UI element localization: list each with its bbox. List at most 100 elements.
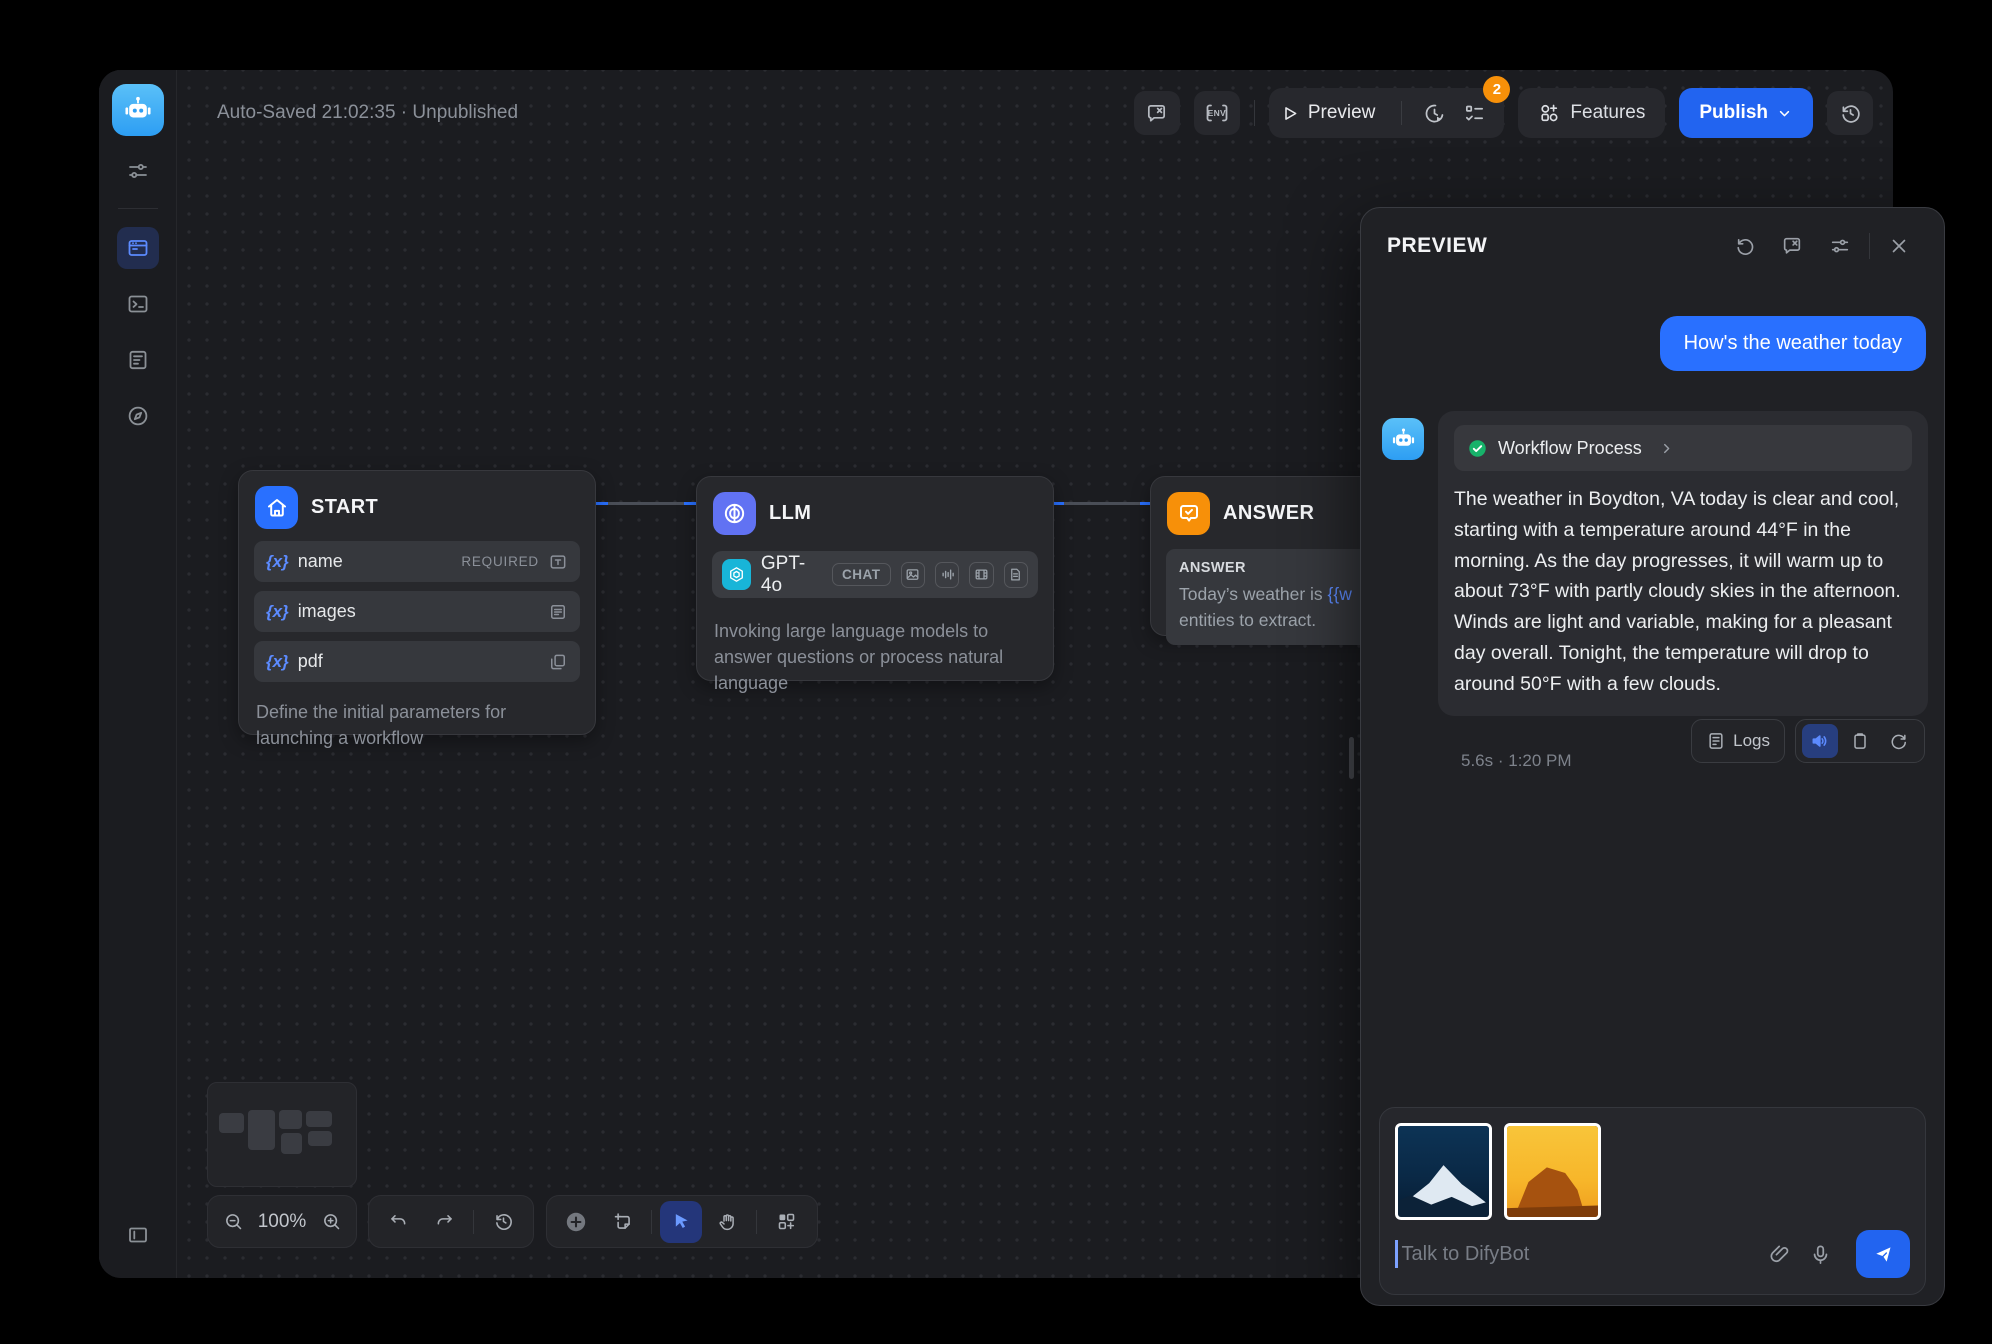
preview-settings-button[interactable] <box>1821 227 1859 265</box>
change-history-button[interactable] <box>482 1201 524 1243</box>
robot-icon <box>122 94 154 126</box>
variable-icon: {x} <box>266 552 289 572</box>
toolbar-divider <box>651 1210 652 1234</box>
message-meta: 5.6s · 1:20 PM <box>1461 751 1572 771</box>
organize-nodes-button[interactable] <box>765 1201 807 1243</box>
zoom-in-button[interactable] <box>314 1201 348 1243</box>
home-icon <box>255 486 298 529</box>
terminal-icon <box>126 292 150 316</box>
topbar: Auto-Saved 21:02:35 · Unpublished ENV <box>177 70 1893 156</box>
chat-input[interactable]: Talk to DifyBot <box>1395 1226 1910 1282</box>
send-icon <box>1872 1243 1895 1266</box>
logs-button[interactable]: Logs <box>1691 719 1785 763</box>
audio-capability-icon <box>935 562 959 588</box>
zoom-level[interactable]: 100% <box>254 1211 310 1233</box>
canvas-scrollbar[interactable] <box>1349 737 1354 779</box>
bot-message-card: Workflow Process The weather in Boydton,… <box>1438 411 1928 716</box>
start-field-pdf[interactable]: {x} pdf <box>254 641 580 682</box>
text-input-icon <box>548 552 568 572</box>
sidebar-item-logs[interactable] <box>117 339 159 381</box>
app-logo[interactable] <box>112 84 164 136</box>
zoom-out-button[interactable] <box>216 1201 250 1243</box>
restart-conversation-button[interactable] <box>1725 227 1763 265</box>
document-capability-icon <box>1004 562 1028 588</box>
user-message-bubble: How's the weather today <box>1660 316 1926 371</box>
minimap[interactable] <box>207 1082 357 1187</box>
tune-icon <box>126 159 150 183</box>
sidebar-item-monitoring[interactable] <box>117 395 159 437</box>
paragraph-icon <box>548 602 568 622</box>
sidebar-item-terminal[interactable] <box>117 283 159 325</box>
env-button[interactable]: ENV <box>1194 91 1240 135</box>
start-field-name[interactable]: {x} name REQUIRED <box>254 541 580 582</box>
history-icon <box>1839 102 1862 125</box>
mode-pill: CHAT <box>832 563 891 586</box>
vision-capability-icon <box>901 562 925 588</box>
annotation-button[interactable] <box>1134 91 1180 135</box>
autosave-status: Auto-Saved 21:02:35 · Unpublished <box>217 102 518 124</box>
regenerate-icon <box>1890 731 1910 751</box>
version-history-button[interactable] <box>1827 91 1873 135</box>
conversation-annotation-button[interactable] <box>1773 227 1811 265</box>
mic-button[interactable] <box>1809 1243 1832 1266</box>
chat-input-container: Talk to DifyBot <box>1379 1107 1926 1295</box>
video-capability-icon <box>969 562 993 588</box>
run-history-button[interactable] <box>1414 93 1454 133</box>
close-preview-button[interactable] <box>1880 227 1918 265</box>
add-note-button[interactable] <box>601 1201 643 1243</box>
bot-avatar <box>1382 418 1424 460</box>
model-name: GPT-4o <box>761 553 822 597</box>
add-node-button[interactable] <box>555 1201 597 1243</box>
undo-button[interactable] <box>377 1201 419 1243</box>
start-field-images[interactable]: {x} images <box>254 591 580 632</box>
env-icon: ENV <box>1204 101 1230 125</box>
speaker-button[interactable] <box>1802 724 1838 758</box>
group-divider <box>1401 101 1402 125</box>
model-selector[interactable]: GPT-4o CHAT <box>712 551 1038 598</box>
variable-icon: {x} <box>266 602 289 622</box>
node-title: ANSWER <box>1223 502 1314 525</box>
speaker-icon <box>1810 731 1830 751</box>
header-divider <box>1869 233 1870 259</box>
attached-image-fuji[interactable] <box>1395 1123 1492 1220</box>
logs-icon <box>1706 731 1726 751</box>
copy-button[interactable] <box>1842 724 1878 758</box>
publish-button[interactable]: Publish <box>1679 88 1813 138</box>
preview-title: PREVIEW <box>1387 234 1487 258</box>
openai-icon <box>722 559 751 590</box>
sidebar <box>99 70 177 1278</box>
chevron-down-icon <box>1776 105 1793 122</box>
node-description: Invoking large language models to answer… <box>697 610 1053 713</box>
checklist-icon <box>1463 102 1486 125</box>
pointer-mode-button[interactable] <box>660 1201 702 1243</box>
edge-start-llm <box>596 502 696 505</box>
collapse-sidebar-button[interactable] <box>117 1214 159 1256</box>
preview-button[interactable]: Preview <box>1279 102 1390 124</box>
regenerate-button[interactable] <box>1882 724 1918 758</box>
node-title: START <box>311 496 378 519</box>
chevron-right-icon <box>1658 440 1675 457</box>
attach-file-button[interactable] <box>1768 1243 1791 1266</box>
workflow-process-row[interactable]: Workflow Process <box>1454 425 1912 471</box>
preview-header: PREVIEW <box>1361 208 1944 284</box>
node-llm[interactable]: LLM GPT-4o CHAT <box>696 476 1054 681</box>
message-tools <box>1795 719 1925 763</box>
answer-icon <box>1167 492 1210 535</box>
sidebar-item-tune[interactable] <box>117 150 159 192</box>
node-start[interactable]: START {x} name REQUIRED {x} images <box>238 470 596 735</box>
node-description: Define the initial parameters for launch… <box>239 691 595 768</box>
orchestrate-icon <box>126 236 150 260</box>
clipboard-icon <box>1850 731 1870 751</box>
toolbar-divider <box>756 1210 757 1234</box>
redo-button[interactable] <box>423 1201 465 1243</box>
features-button[interactable]: Features <box>1518 88 1665 138</box>
run-history-icon <box>1423 102 1446 125</box>
hand-mode-button[interactable] <box>706 1201 748 1243</box>
send-button[interactable] <box>1856 1230 1910 1278</box>
llm-icon <box>713 492 756 535</box>
collapse-panel-icon <box>126 1223 150 1247</box>
run-group: Preview <box>1269 88 1505 138</box>
attached-image-sunset[interactable] <box>1504 1123 1601 1220</box>
message-actions: Logs <box>1691 719 1925 763</box>
sidebar-item-orchestrate[interactable] <box>117 227 159 269</box>
